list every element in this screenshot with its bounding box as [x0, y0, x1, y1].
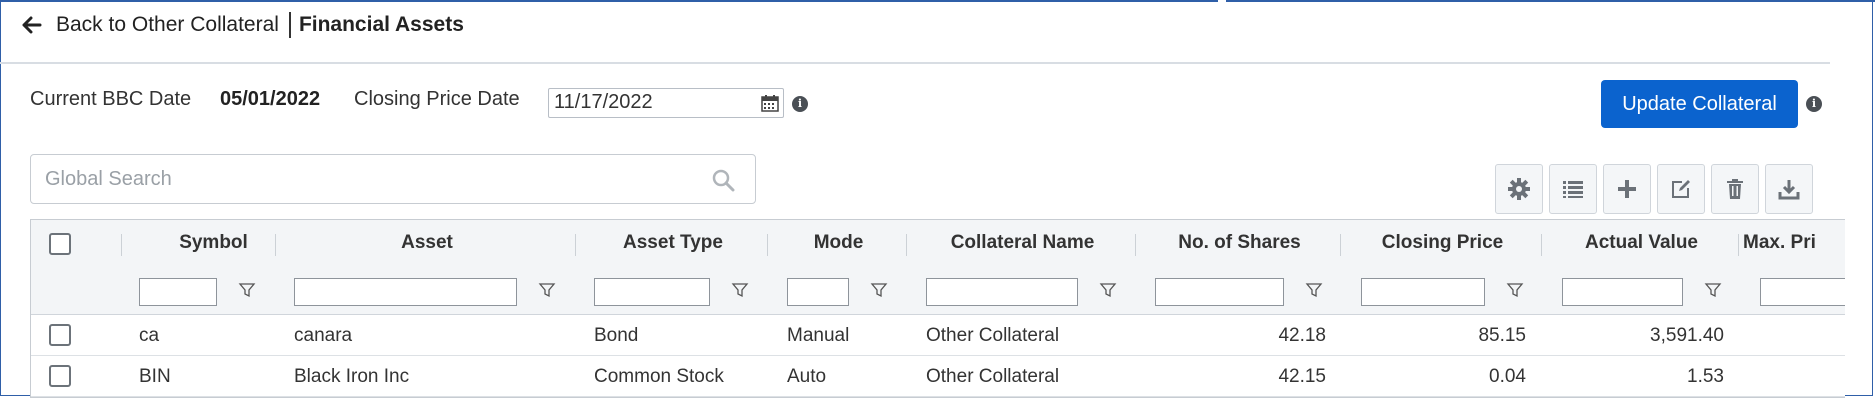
- cell-collateral-name: Other Collateral: [926, 325, 1060, 346]
- search-input[interactable]: [43, 167, 687, 192]
- export-button[interactable]: [1765, 164, 1813, 214]
- calendar-icon[interactable]: [761, 94, 779, 112]
- cell-symbol: ca: [139, 325, 160, 346]
- assets-grid: Symbol Asset Asset Type Mode Collateral …: [30, 219, 1845, 398]
- cell-no-of-shares: 42.18: [1278, 325, 1326, 346]
- grid-filter-row: [31, 268, 1845, 315]
- cell-closing-price: 0.04: [1489, 366, 1526, 387]
- global-search: [30, 154, 756, 204]
- search-icon[interactable]: [711, 168, 735, 192]
- arrow-left-icon[interactable]: [22, 15, 42, 35]
- update-info-icon[interactable]: i: [1806, 96, 1822, 112]
- filter-input-actual-value[interactable]: [1562, 278, 1683, 306]
- filter-input-closing-price[interactable]: [1361, 278, 1485, 306]
- column-header-collateral-name[interactable]: Collateral Name: [908, 232, 1137, 254]
- row-checkbox[interactable]: [49, 324, 71, 346]
- filter-icon[interactable]: [1305, 281, 1323, 299]
- column-header-asset[interactable]: Asset: [277, 232, 577, 254]
- breadcrumb-divider: [288, 12, 291, 38]
- cell-asset: Black Iron Inc: [294, 366, 410, 387]
- filter-input-collateral-name[interactable]: [926, 278, 1078, 306]
- update-collateral-button[interactable]: Update Collateral: [1601, 80, 1798, 128]
- grid-header-row: Symbol Asset Asset Type Mode Collateral …: [31, 220, 1845, 269]
- column-divider: [906, 234, 907, 256]
- column-header-closing-price[interactable]: Closing Price: [1342, 232, 1543, 254]
- column-divider: [1541, 234, 1542, 256]
- closing-price-date-value: 11/17/2022: [554, 91, 653, 113]
- cell-asset-type: Common Stock: [594, 366, 724, 387]
- table-row[interactable]: BIN Black Iron Inc Common Stock Auto Oth…: [31, 356, 1845, 397]
- select-all-checkbox[interactable]: [49, 233, 71, 255]
- breadcrumb: Back to Other Collateral Financial Asset…: [22, 12, 464, 38]
- filter-input-asset[interactable]: [294, 278, 517, 306]
- cell-actual-value: 3,591.40: [1650, 325, 1724, 346]
- column-header-no-of-shares[interactable]: No. of Shares: [1137, 232, 1342, 254]
- edit-button[interactable]: [1657, 164, 1705, 214]
- bbc-date-value: 05/01/2022: [220, 88, 321, 110]
- settings-button[interactable]: [1495, 164, 1543, 214]
- filter-icon[interactable]: [238, 281, 256, 299]
- filter-icon[interactable]: [1704, 281, 1722, 299]
- cell-mode: Auto: [787, 366, 827, 387]
- filter-icon[interactable]: [731, 281, 749, 299]
- cell-mode: Manual: [787, 325, 850, 346]
- column-header-max-price[interactable]: Max. Pri: [1743, 232, 1816, 254]
- column-header-actual-value[interactable]: Actual Value: [1543, 232, 1740, 254]
- column-header-asset-type[interactable]: Asset Type: [577, 232, 769, 254]
- cell-actual-value: 1.53: [1687, 366, 1724, 387]
- column-divider: [767, 234, 768, 256]
- bbc-date-label: Current BBC Date: [30, 88, 192, 110]
- cell-no-of-shares: 42.15: [1278, 366, 1326, 387]
- grid-toolbar: [1495, 164, 1813, 214]
- row-checkbox[interactable]: [49, 365, 71, 387]
- closing-price-date-label: Closing Price Date: [354, 88, 520, 110]
- filter-icon[interactable]: [1099, 281, 1117, 299]
- column-divider: [1738, 234, 1739, 256]
- delete-button[interactable]: [1711, 164, 1759, 214]
- download-icon: [1778, 180, 1800, 200]
- filter-input-max-price[interactable]: [1760, 278, 1845, 306]
- filter-input-asset-type[interactable]: [594, 278, 710, 306]
- cell-symbol: BIN: [139, 366, 171, 387]
- column-divider: [575, 234, 576, 256]
- closing-price-date-input[interactable]: 11/17/2022: [548, 88, 784, 118]
- trash-icon: [1727, 179, 1743, 199]
- edit-icon: [1672, 180, 1690, 198]
- closing-date-info-icon[interactable]: i: [792, 96, 808, 112]
- list-icon: [1563, 181, 1583, 198]
- columns-button[interactable]: [1549, 164, 1597, 214]
- cell-asset: canara: [294, 325, 353, 346]
- page-title: Financial Assets: [298, 13, 464, 36]
- back-link[interactable]: Back to Other Collateral: [56, 13, 279, 37]
- filter-input-no-of-shares[interactable]: [1155, 278, 1284, 306]
- column-divider: [1340, 234, 1341, 256]
- filter-input-mode[interactable]: [787, 278, 849, 306]
- cell-asset-type: Bond: [594, 325, 639, 346]
- filter-icon[interactable]: [870, 281, 888, 299]
- cell-collateral-name: Other Collateral: [926, 366, 1060, 387]
- cell-closing-price: 85.15: [1478, 325, 1526, 346]
- column-divider: [1135, 234, 1136, 256]
- plus-icon: [1618, 180, 1636, 198]
- filter-icon[interactable]: [1506, 281, 1524, 299]
- table-row[interactable]: ca canara Bond Manual Other Collateral 4…: [31, 315, 1845, 356]
- gear-icon: [1508, 178, 1530, 200]
- page-header: Back to Other Collateral Financial Asset…: [0, 0, 1830, 64]
- column-header-mode[interactable]: Mode: [769, 232, 908, 254]
- filter-icon[interactable]: [538, 281, 556, 299]
- add-button[interactable]: [1603, 164, 1651, 214]
- column-divider: [275, 234, 276, 256]
- column-divider: [121, 234, 122, 256]
- filter-input-symbol[interactable]: [139, 278, 217, 306]
